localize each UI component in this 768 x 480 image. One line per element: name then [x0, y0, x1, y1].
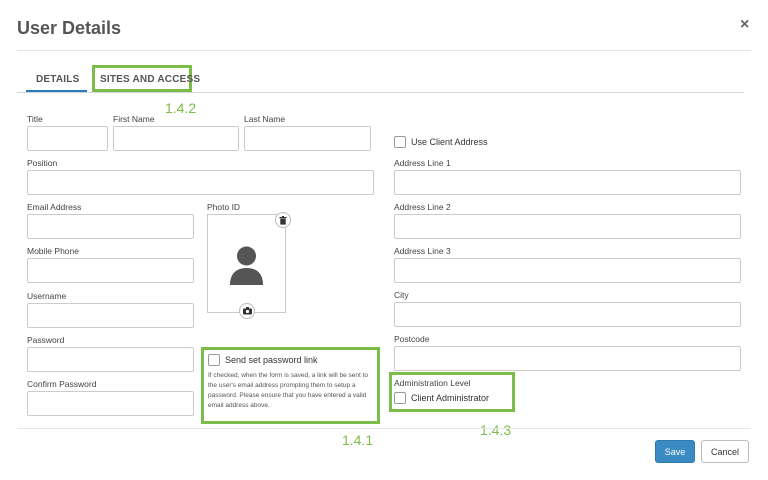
city-label: City	[394, 290, 409, 300]
address-line-2-input[interactable]	[394, 214, 741, 239]
first-name-label: First Name	[113, 114, 155, 124]
save-button[interactable]: Save	[655, 440, 695, 463]
cancel-button[interactable]: Cancel	[701, 440, 749, 463]
address-line-3-input[interactable]	[394, 258, 741, 283]
annotation-1-4-1: 1.4.1	[342, 432, 374, 448]
tab-details[interactable]: DETAILS	[36, 74, 79, 85]
send-password-help-text: If checked, when the form is saved, a li…	[208, 372, 369, 409]
use-client-address-label: Use Client Address	[411, 137, 488, 147]
mobile-phone-input[interactable]	[27, 258, 194, 283]
confirm-password-input[interactable]	[27, 391, 194, 416]
postcode-label: Postcode	[394, 334, 430, 344]
position-input[interactable]	[27, 170, 374, 195]
photo-id-frame	[207, 214, 286, 313]
username-label: Username	[27, 291, 67, 301]
send-password-label: Send set password link	[225, 355, 318, 365]
tabs-divider	[17, 92, 744, 93]
trash-icon[interactable]	[275, 212, 291, 228]
username-input[interactable]	[27, 303, 194, 328]
use-client-address-checkbox[interactable]	[394, 136, 406, 148]
last-name-label: Last Name	[244, 114, 286, 124]
address-line-1-input[interactable]	[394, 170, 741, 195]
annotation-1-4-3: 1.4.3	[480, 422, 512, 438]
footer-divider	[17, 428, 751, 429]
last-name-input[interactable]	[244, 126, 371, 151]
title-input[interactable]	[27, 126, 108, 151]
annotation-1-4-2: 1.4.2	[165, 100, 197, 116]
password-label: Password	[27, 335, 65, 345]
position-label: Position	[27, 158, 58, 168]
city-input[interactable]	[394, 302, 741, 327]
first-name-input[interactable]	[113, 126, 239, 151]
photo-id-label: Photo ID	[207, 202, 241, 212]
person-silhouette-icon	[230, 246, 263, 285]
send-password-checkbox[interactable]	[208, 354, 220, 366]
title-label: Title	[27, 114, 43, 124]
administration-level-label: Administration Level	[394, 378, 471, 388]
close-icon[interactable]: ×	[740, 16, 749, 34]
camera-icon[interactable]	[239, 303, 255, 319]
confirm-password-label: Confirm Password	[27, 379, 97, 389]
dialog-title: User Details	[17, 18, 122, 38]
address-line-2-label: Address Line 2	[394, 202, 451, 212]
mobile-phone-label: Mobile Phone	[27, 246, 79, 256]
email-label: Email Address	[27, 202, 82, 212]
address-line-3-label: Address Line 3	[394, 246, 451, 256]
tab-sites-and-access[interactable]: SITES AND ACCESS	[100, 74, 200, 85]
postcode-input[interactable]	[394, 346, 741, 371]
client-administrator-checkbox[interactable]	[394, 392, 406, 404]
address-line-1-label: Address Line 1	[394, 158, 451, 168]
password-input[interactable]	[27, 347, 194, 372]
client-administrator-label: Client Administrator	[411, 393, 490, 403]
email-input[interactable]	[27, 214, 194, 239]
header-divider	[17, 50, 751, 51]
